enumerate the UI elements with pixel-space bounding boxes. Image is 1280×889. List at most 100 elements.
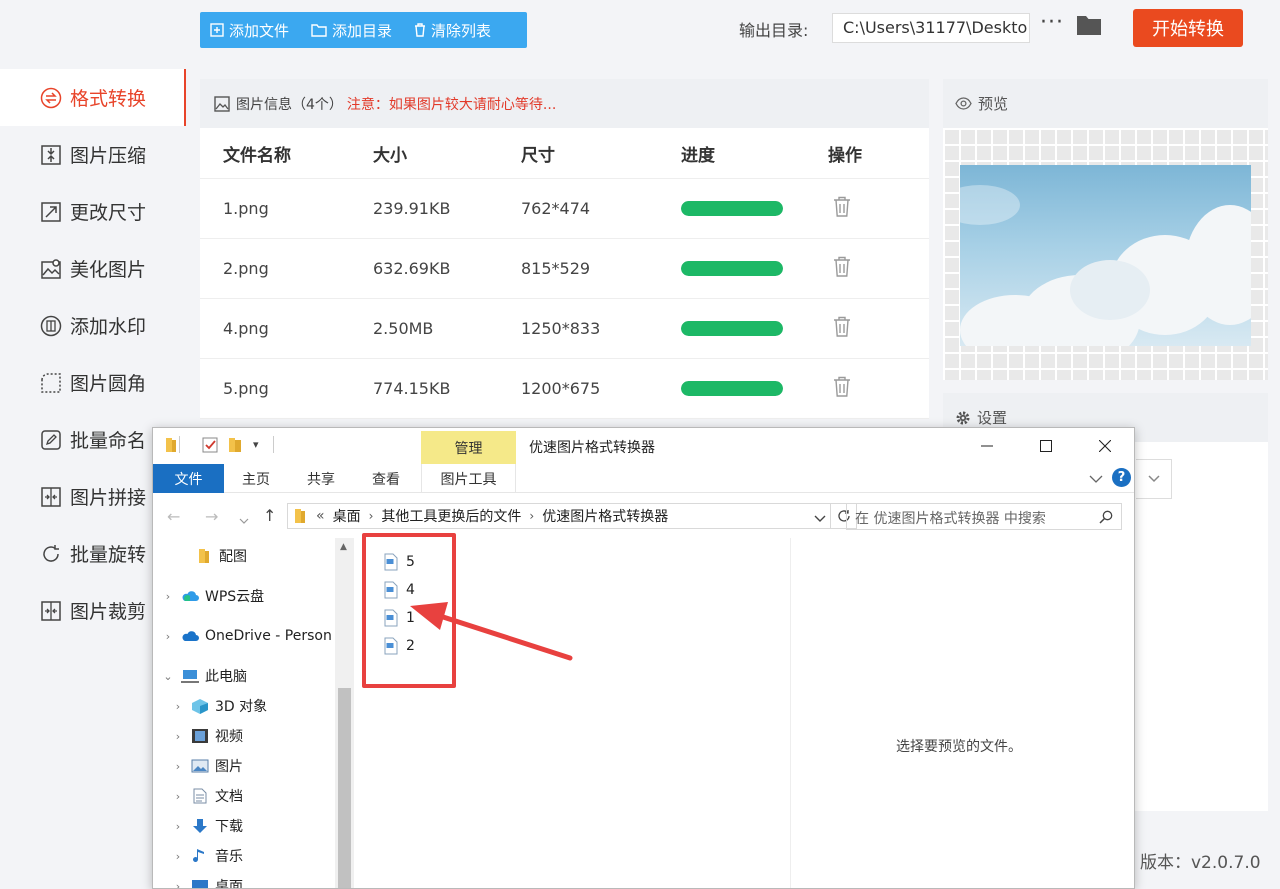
close-button[interactable] <box>1090 434 1120 458</box>
explorer-preview-pane: 选择要预览的文件。 <box>790 538 1134 888</box>
chevron-right-icon[interactable]: › <box>171 700 185 713</box>
chevron-right-icon[interactable]: › <box>171 730 185 743</box>
tab-manage[interactable]: 管理 <box>421 431 516 464</box>
sidebar-item-resize[interactable]: 更改尺寸 <box>0 183 186 240</box>
file-name: 1.png <box>223 199 269 218</box>
folder-icon <box>165 437 177 457</box>
image-info-note: 注意：如果图片较大请耐心等待... <box>346 96 557 113</box>
nav-item-onedrive[interactable]: › OneDrive - Person <box>161 621 332 651</box>
nav-item-this-pc[interactable]: ⌄ 此电脑 <box>161 661 247 691</box>
sidebar-item-rounded-corner[interactable]: 图片圆角 <box>0 354 186 411</box>
sidebar-item-label: 更改尺寸 <box>70 202 147 224</box>
trash-icon <box>415 23 426 37</box>
start-convert-button[interactable]: 开始转换 <box>1133 9 1243 47</box>
ribbon-tabs: 文件 主页 共享 查看 图片工具 ? <box>153 464 1134 493</box>
properties-icon[interactable] <box>202 437 218 457</box>
output-dir-field[interactable]: C:\Users\31177\Deskto <box>832 13 1030 43</box>
breadcrumb-overflow[interactable]: « <box>316 508 325 524</box>
chevron-right-icon[interactable]: › <box>171 760 185 773</box>
folder-icon <box>1077 16 1101 35</box>
delete-icon[interactable] <box>833 376 851 402</box>
toolbar: 添加文件 添加目录 清除列表 <box>200 12 527 48</box>
scrollbar-thumb[interactable] <box>338 688 351 888</box>
delete-icon[interactable] <box>833 196 851 222</box>
image-file-icon <box>384 553 398 571</box>
recent-locations-icon[interactable] <box>239 510 249 529</box>
chevron-down-icon[interactable]: ⌄ <box>161 670 175 683</box>
breadcrumb-desktop[interactable]: 桌面 <box>333 506 361 526</box>
breadcrumb-folder[interactable]: 其他工具更换后的文件 <box>381 506 521 526</box>
col-progress: 进度 <box>681 145 715 166</box>
tab-file[interactable]: 文件 <box>153 464 224 493</box>
breadcrumb-current[interactable]: 优速图片格式转换器 <box>542 506 668 526</box>
image-file-icon <box>384 637 398 655</box>
chevron-down-icon[interactable] <box>814 511 826 527</box>
open-folder-button[interactable] <box>1076 14 1102 40</box>
back-button[interactable]: ← <box>167 507 180 526</box>
help-icon[interactable]: ? <box>1112 468 1131 487</box>
delete-icon[interactable] <box>833 256 851 282</box>
image-info-header: 图片信息（4个） 注意：如果图片较大请耐心等待... <box>200 79 929 128</box>
stitch-icon <box>40 486 62 508</box>
maximize-button[interactable] <box>1031 434 1061 458</box>
tab-view[interactable]: 查看 <box>356 464 416 493</box>
more-options-button[interactable]: ··· <box>1040 10 1064 35</box>
nav-item-videos[interactable]: › 视频 <box>171 721 243 751</box>
rounded-corner-icon <box>40 372 62 394</box>
add-file-button[interactable]: 添加文件 <box>210 20 289 41</box>
sidebar-item-beautify[interactable]: 美化图片 <box>0 240 186 297</box>
search-icon <box>1099 510 1113 524</box>
forward-button[interactable]: → <box>205 507 218 526</box>
col-size: 大小 <box>373 145 407 166</box>
customize-toolbar-icon[interactable]: ▾ <box>253 438 259 451</box>
tab-picture-tools[interactable]: 图片工具 <box>421 464 516 493</box>
search-input[interactable]: 在 优速图片格式转换器 中搜索 <box>846 503 1122 530</box>
nav-item-downloads[interactable]: › 下载 <box>171 811 243 841</box>
chevron-right-icon[interactable]: › <box>161 630 175 643</box>
tab-home[interactable]: 主页 <box>226 464 286 493</box>
chevron-down-icon[interactable] <box>1089 469 1103 488</box>
new-folder-icon[interactable] <box>228 437 242 457</box>
file-item[interactable]: 5 <box>383 550 415 574</box>
rename-icon <box>40 429 62 451</box>
sidebar-item-label: 批量旋转 <box>70 544 147 566</box>
beautify-icon <box>40 258 62 280</box>
chevron-right-icon[interactable]: › <box>171 850 185 863</box>
sidebar-item-watermark[interactable]: 添加水印 <box>0 297 186 354</box>
scroll-up-icon[interactable]: ▲ <box>340 542 347 552</box>
file-name: 2.png <box>223 259 269 278</box>
cloud-icon <box>181 588 199 604</box>
nav-item-music[interactable]: › 音乐 <box>171 841 243 871</box>
navigation-scrollbar[interactable]: ▲ <box>335 538 354 888</box>
chevron-right-icon[interactable]: › <box>171 880 185 889</box>
address-bar[interactable]: « 桌面 › 其他工具更换后的文件 › 优速图片格式转换器 <box>287 503 831 529</box>
nav-item-3d-objects[interactable]: › 3D 对象 <box>171 691 267 721</box>
format-dropdown[interactable] <box>1136 459 1172 499</box>
window-title: 优速图片格式转换器 <box>529 440 655 456</box>
sidebar-item-label: 美化图片 <box>70 259 147 281</box>
up-button[interactable]: ↑ <box>263 506 276 525</box>
crop-icon <box>40 600 62 622</box>
settings-title: 设置 <box>977 409 1008 427</box>
minimize-button[interactable] <box>972 434 1002 458</box>
nav-item-peitu[interactable]: 配图 <box>175 541 247 571</box>
clear-list-button[interactable]: 清除列表 <box>414 20 491 41</box>
tab-share[interactable]: 共享 <box>291 464 351 493</box>
add-folder-button[interactable]: 添加目录 <box>311 20 392 41</box>
breadcrumb-separator-icon: › <box>368 509 374 523</box>
nav-item-desktop[interactable]: › 桌面 <box>171 871 243 889</box>
sidebar-item-compress[interactable]: 图片压缩 <box>0 126 186 183</box>
delete-icon[interactable] <box>833 316 851 342</box>
image-icon <box>214 95 230 112</box>
table-header: 文件名称 大小 尺寸 进度 操作 <box>200 128 929 179</box>
pictures-icon <box>191 758 209 774</box>
chevron-right-icon[interactable]: › <box>171 790 185 803</box>
sidebar-item-label: 图片拼接 <box>70 487 147 509</box>
nav-item-documents[interactable]: › 文档 <box>171 781 243 811</box>
nav-item-pictures[interactable]: › 图片 <box>171 751 243 781</box>
sidebar-item-format-convert[interactable]: 格式转换 <box>0 69 186 126</box>
nav-item-wps-cloud[interactable]: › WPS云盘 <box>161 581 264 611</box>
chevron-right-icon[interactable]: › <box>171 820 185 833</box>
preview-image <box>960 165 1251 346</box>
chevron-right-icon[interactable]: › <box>161 590 175 603</box>
